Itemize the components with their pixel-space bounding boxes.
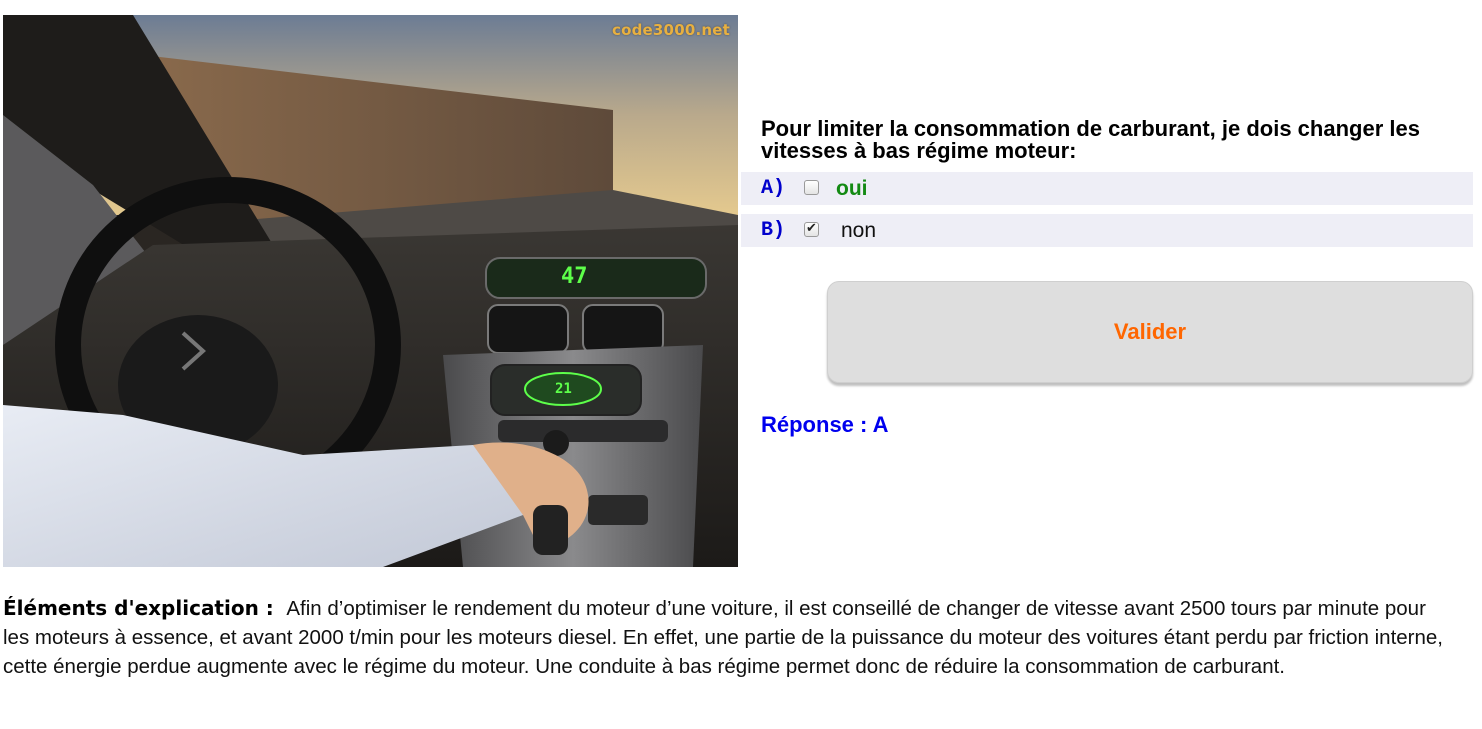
answer-label[interactable]: non [841,219,876,243]
explanation-block: Éléments d'explication : Afin d’optimise… [3,594,1443,681]
car-interior-illustration [3,15,738,567]
answer-b-checkbox[interactable]: ✔ [804,219,819,237]
answer-letter: A) [761,177,786,200]
answer-letter: B) [761,219,786,242]
photo-watermark: code3000.net [612,21,730,39]
quiz-page: code3000.net 47 21 Pour limiter la conso… [0,0,1482,729]
answer-label[interactable]: oui [836,177,868,201]
validate-button[interactable]: Valider [827,281,1473,383]
question-text: Pour limiter la consommation de carburan… [761,116,1420,163]
dashboard-speed-readout: 47 [561,264,588,289]
correct-answer-text: Réponse : A [761,412,889,437]
explanation-label: Éléments d'explication : [3,596,274,620]
question-photo: code3000.net 47 21 [3,15,738,567]
checkmark-icon: ✔ [806,219,817,235]
answer-option-a[interactable]: A) oui [741,172,1473,205]
answer-option-b[interactable]: B) ✔ non [741,214,1473,247]
answer-a-checkbox[interactable] [804,179,819,195]
climate-temperature-readout: 21 [555,381,572,397]
